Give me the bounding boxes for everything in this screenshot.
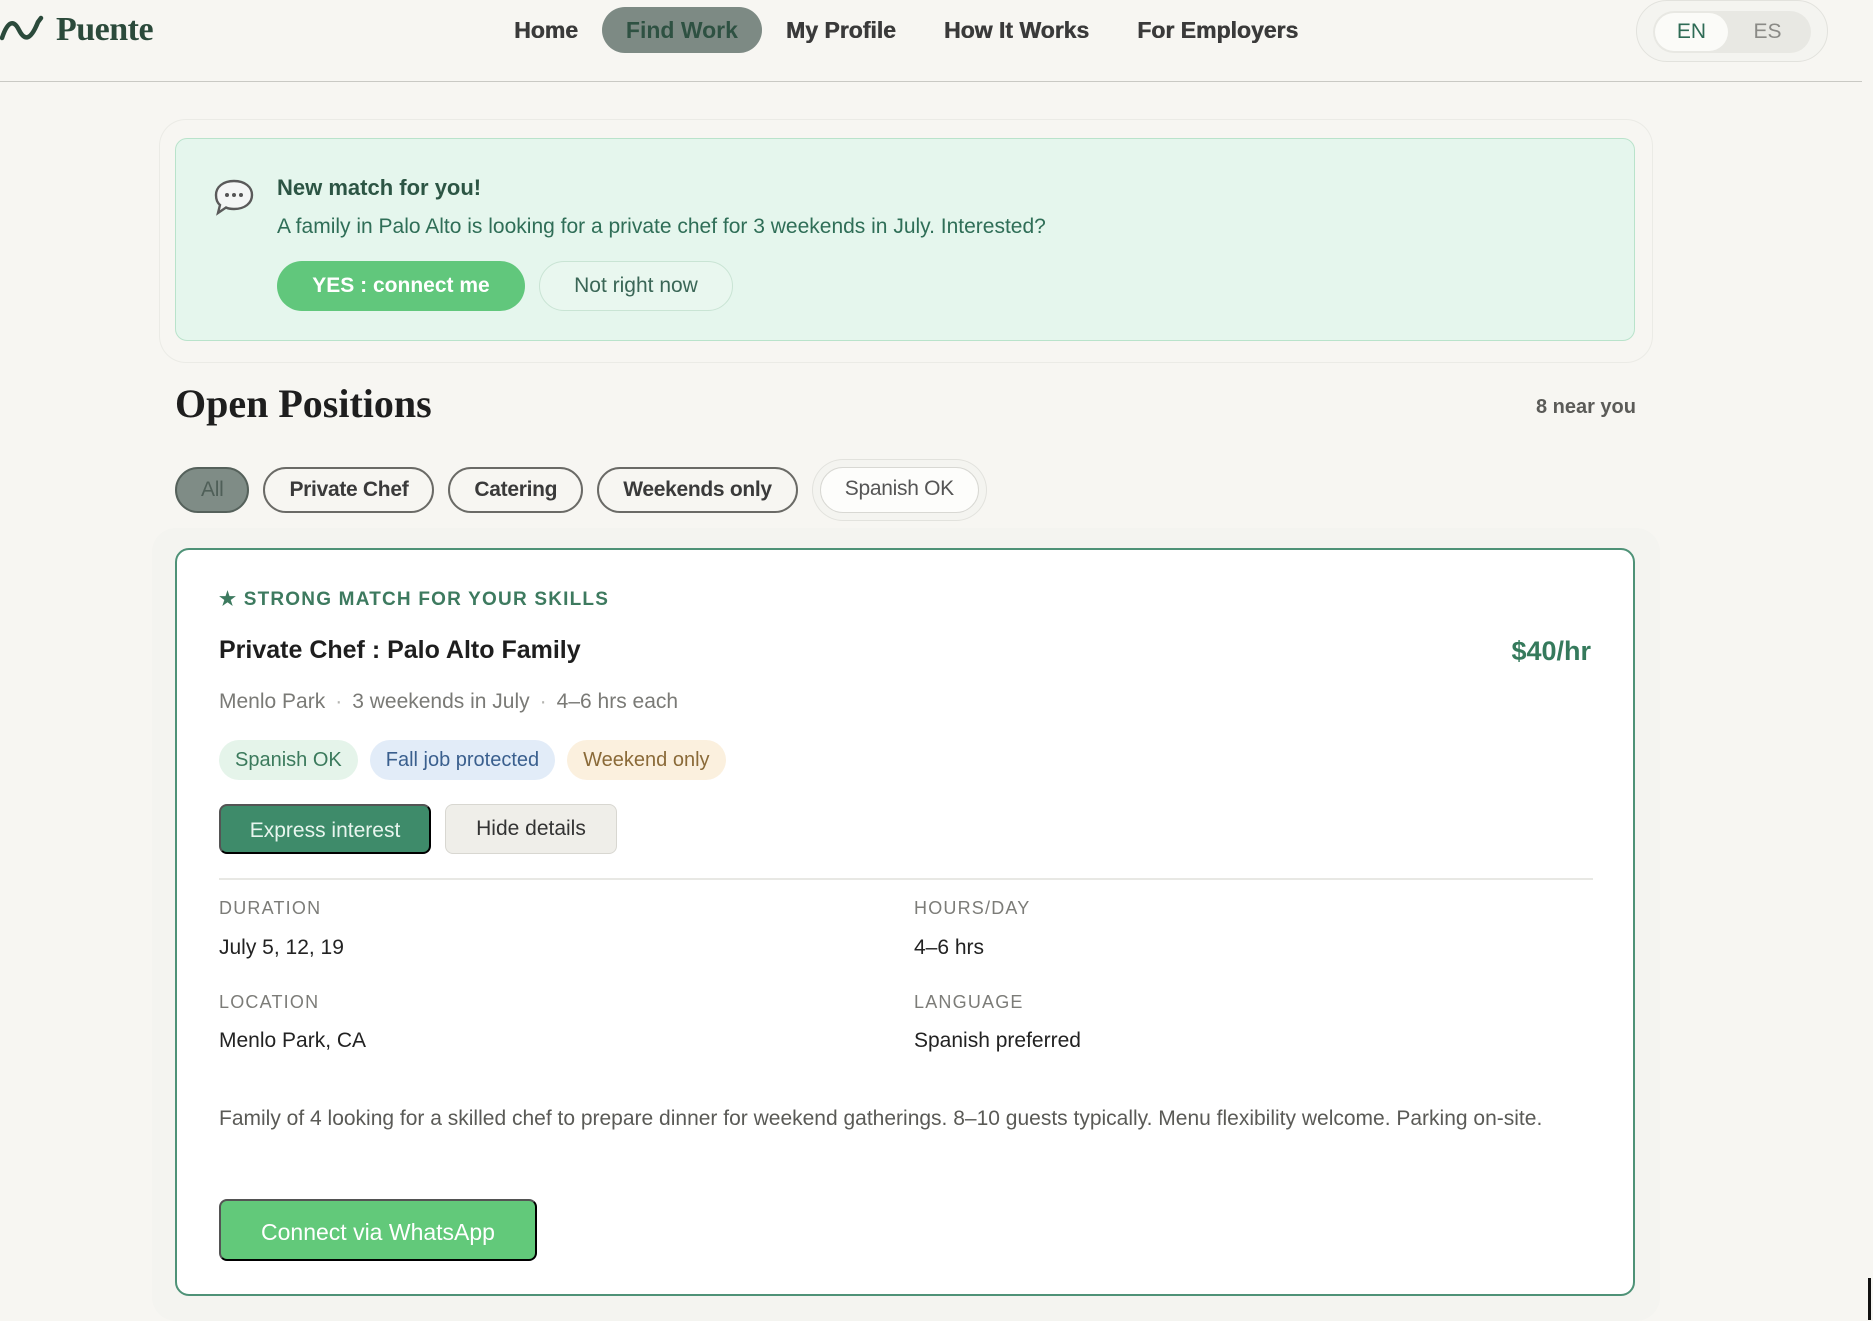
alert-title: New match for you! [277,175,482,200]
positions-count: 8 near you [1535,396,1636,418]
filter-chip-private-chef[interactable]: Private Chef [263,467,435,513]
filter-chip-catering[interactable]: Catering [448,467,584,513]
job-tags: Spanish OK Fall job protected Weekend on… [219,740,738,780]
job-description: Family of 4 looking for a skilled chef t… [219,1107,1543,1130]
text-cursor [1868,1278,1871,1320]
job-card: ★ STRONG MATCH FOR YOUR SKILLS Private C… [175,548,1635,1296]
duration-label: DURATION [219,898,322,918]
alert-message: A family in Palo Alto is looking for a p… [277,215,1046,238]
filter-chips: All Private Chef Catering Weekends only … [175,467,993,513]
nav-item-home[interactable]: Home [490,7,602,53]
tag-spanish-ok: Spanish OK [219,740,358,780]
brand-name: Puente [56,11,154,48]
location-value: Menlo Park, CA [219,1029,367,1052]
language-value: Spanish preferred [914,1029,1081,1052]
brand-logo[interactable]: Puente [0,8,154,52]
job-location: Menlo Park [219,690,326,713]
language-label: LANGUAGE [914,992,1024,1012]
nav-item-how-it-works[interactable]: How It Works [920,7,1113,53]
top-navigation-bar: Puente Home Find Work My Profile How It … [0,0,1862,82]
hours-value: 4–6 hrs [914,936,985,959]
job-pay-rate: $40/hr [1511,636,1591,666]
match-badge: ★ STRONG MATCH FOR YOUR SKILLS [219,589,610,610]
main-nav: Home Find Work My Profile How It Works F… [490,7,1322,53]
match-alert: New match for you! A family in Palo Alto… [175,138,1635,341]
filter-chip-weekends-only[interactable]: Weekends only [597,467,798,513]
language-toggle-container: EN ES [1636,0,1828,62]
page-title: Open Positions [175,381,432,426]
express-interest-button[interactable]: Express interest [219,804,431,854]
filter-chip-all[interactable]: All [175,467,250,513]
job-meta: Menlo Park · 3 weekends in July · 4–6 hr… [219,690,678,714]
chat-bubble-icon [214,179,254,216]
hide-details-button[interactable]: Hide details [445,804,617,854]
divider [219,878,1593,880]
job-schedule: 3 weekends in July [352,690,530,713]
wave-icon [0,15,44,41]
meta-separator: · [539,690,547,713]
tag-fall-job-protected: Fall job protected [369,740,556,780]
language-option-en[interactable]: EN [1655,13,1728,51]
language-option-es[interactable]: ES [1728,13,1807,51]
nav-item-for-employers[interactable]: For Employers [1113,7,1322,53]
job-hours: 4–6 hrs each [556,690,679,713]
not-right-now-button[interactable]: Not right now [539,261,733,311]
location-label: LOCATION [219,992,320,1012]
nav-item-my-profile[interactable]: My Profile [762,7,920,53]
duration-value: July 5, 12, 19 [219,936,344,959]
meta-separator: · [335,690,343,713]
hours-label: HOURS/DAY [914,898,1031,918]
job-title[interactable]: Private Chef : Palo Alto Family [219,636,581,665]
connect-whatsapp-button[interactable]: Connect via WhatsApp [219,1199,537,1261]
nav-item-find-work[interactable]: Find Work [601,7,762,53]
language-toggle: EN ES [1653,11,1811,53]
tag-weekend-only: Weekend only [567,740,726,780]
connect-me-button[interactable]: YES : connect me [277,261,525,311]
filter-chip-spanish-ok[interactable]: Spanish OK [819,467,979,513]
